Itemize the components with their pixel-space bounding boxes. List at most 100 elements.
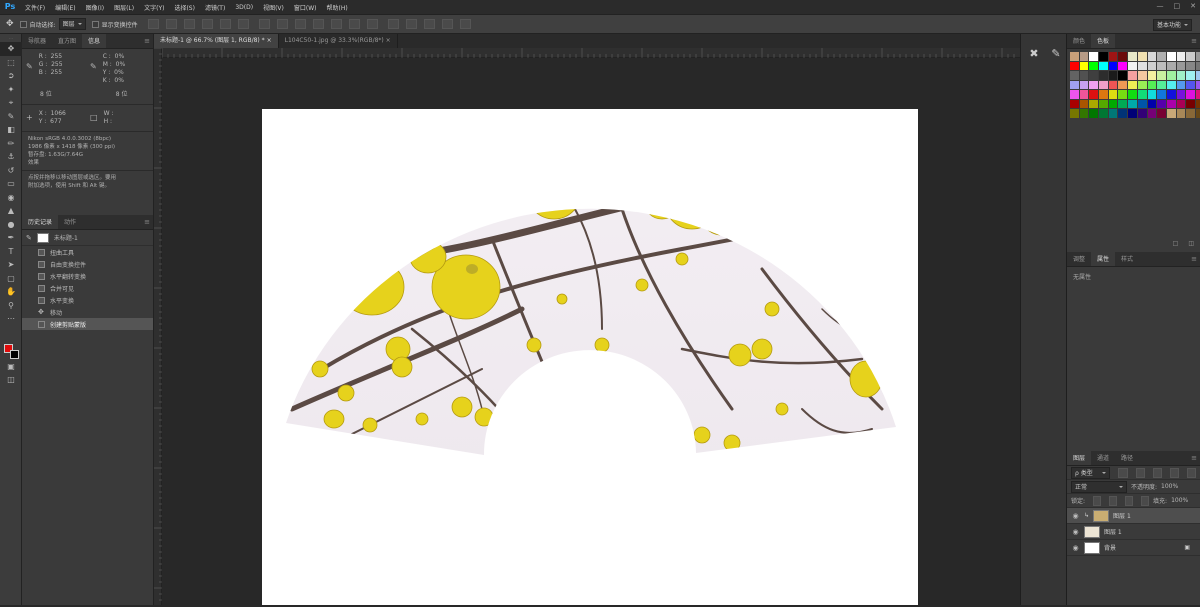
quick-mask-icon[interactable]: ▣ — [0, 360, 22, 374]
swatch[interactable] — [1195, 99, 1200, 108]
3d-roll-icon[interactable] — [405, 19, 417, 29]
swatch[interactable] — [1089, 80, 1099, 89]
filter-adjustment-icon[interactable] — [1135, 467, 1145, 478]
history-item[interactable]: 水平翻转变换 — [22, 270, 153, 282]
swatch[interactable] — [1108, 80, 1118, 89]
swatch[interactable] — [1195, 80, 1200, 89]
character-panel-icon[interactable]: ✎ — [1045, 44, 1067, 62]
tab-navigator[interactable]: 导航器 — [22, 34, 52, 48]
tab-actions[interactable]: 动作 — [58, 215, 82, 229]
menu-3d[interactable]: 3D(D) — [230, 4, 258, 11]
tab-layers[interactable]: 图层 — [1067, 451, 1092, 465]
visibility-eye-icon[interactable]: ◉ — [1071, 544, 1080, 552]
tab-properties[interactable]: 属性 — [1091, 252, 1116, 266]
swatch[interactable] — [1128, 52, 1137, 61]
workspace-dropdown[interactable]: 基本功能 — [1152, 19, 1192, 31]
swatch[interactable] — [1099, 90, 1108, 99]
dodge-tool-icon[interactable]: ● — [0, 218, 22, 232]
swatch[interactable] — [1118, 109, 1128, 118]
swatch[interactable] — [1128, 71, 1137, 80]
menu-help[interactable]: 帮助(H) — [322, 3, 353, 12]
swatch[interactable] — [1176, 80, 1186, 89]
3d-slide-icon[interactable] — [441, 19, 453, 29]
distribute-left-icon[interactable] — [312, 19, 324, 29]
history-snapshot[interactable]: ✎ 未标题-1 — [22, 230, 153, 246]
tab-paths[interactable]: 路径 — [1115, 451, 1139, 465]
swatch[interactable] — [1176, 52, 1186, 61]
swatch[interactable] — [1157, 99, 1166, 108]
move-tool-icon[interactable]: ✥ — [0, 42, 22, 56]
tab-info[interactable]: 信息 — [82, 34, 107, 48]
swatch[interactable] — [1147, 99, 1157, 108]
menu-select[interactable]: 选择(S) — [169, 3, 200, 12]
swatch[interactable] — [1118, 61, 1128, 70]
distribute-top-icon[interactable] — [258, 19, 270, 29]
filter-pixel-icon[interactable] — [1118, 467, 1128, 478]
swatch[interactable] — [1099, 52, 1108, 61]
more-tools-icon[interactable]: ⋯ — [0, 312, 22, 326]
swatch[interactable] — [1128, 61, 1137, 70]
swatch[interactable] — [1195, 109, 1200, 118]
swatch[interactable] — [1137, 52, 1147, 61]
swatch[interactable] — [1070, 109, 1079, 118]
swatch[interactable] — [1176, 99, 1186, 108]
swatch[interactable] — [1195, 61, 1200, 70]
swatch[interactable] — [1089, 90, 1099, 99]
healing-brush-tool-icon[interactable]: ◧ — [0, 123, 22, 137]
history-item[interactable]: 自由变换控件 — [22, 258, 153, 270]
layer-row[interactable]: ◉ ↳ 图层 1 — [1067, 508, 1200, 524]
swatch[interactable] — [1147, 80, 1157, 89]
swatch[interactable] — [1108, 109, 1118, 118]
brush-tool-icon[interactable]: ✏ — [0, 137, 22, 151]
layer-row[interactable]: ◉ 图层 1 — [1067, 524, 1200, 540]
blend-mode-dropdown[interactable]: 正常 — [1071, 480, 1127, 493]
swatch[interactable] — [1079, 52, 1089, 61]
swatch[interactable] — [1128, 80, 1137, 89]
type-tool-icon[interactable]: T — [0, 245, 22, 259]
maximize-icon[interactable]: □ — [1174, 2, 1181, 10]
visibility-eye-icon[interactable]: ◉ — [1071, 528, 1080, 536]
swatch[interactable] — [1137, 61, 1147, 70]
magic-wand-tool-icon[interactable]: ✦ — [0, 83, 22, 97]
panel-menu-icon[interactable]: ≡ — [1191, 454, 1197, 462]
close-tab-icon[interactable]: × — [267, 37, 272, 44]
distribute-right-icon[interactable] — [348, 19, 360, 29]
history-item[interactable]: ✥ 移动 — [22, 306, 153, 318]
swatch[interactable] — [1079, 80, 1089, 89]
align-left-icon[interactable] — [201, 19, 213, 29]
swatch[interactable] — [1157, 90, 1166, 99]
swatch[interactable] — [1166, 90, 1176, 99]
swatch[interactable] — [1108, 71, 1118, 80]
swatch[interactable] — [1070, 52, 1079, 61]
swatch[interactable] — [1089, 109, 1099, 118]
filter-type-icon[interactable] — [1152, 467, 1162, 478]
swatch[interactable] — [1079, 61, 1089, 70]
lock-position-icon[interactable] — [1125, 495, 1134, 506]
visibility-eye-icon[interactable]: ◉ — [1071, 512, 1080, 520]
auto-align-icon[interactable] — [366, 19, 378, 29]
close-tab-icon[interactable]: × — [386, 37, 391, 44]
swatch[interactable] — [1147, 90, 1157, 99]
swatch[interactable] — [1137, 80, 1147, 89]
rectangle-tool-icon[interactable]: ▢ — [0, 272, 22, 286]
swatch[interactable] — [1108, 52, 1118, 61]
menu-filter[interactable]: 滤镜(T) — [200, 3, 230, 12]
lock-all-icon[interactable] — [1141, 495, 1150, 506]
swatch[interactable] — [1099, 80, 1108, 89]
swatch[interactable] — [1186, 90, 1195, 99]
menu-file[interactable]: 文件(F) — [20, 3, 50, 12]
swatch[interactable] — [1108, 99, 1118, 108]
swatch[interactable] — [1147, 61, 1157, 70]
3d-drag-icon[interactable] — [423, 19, 435, 29]
swatch[interactable] — [1166, 80, 1176, 89]
panel-menu-icon[interactable]: ≡ — [144, 218, 150, 226]
lock-pixels-icon[interactable] — [1109, 495, 1118, 506]
new-swatch-icon[interactable]: □ — [1173, 240, 1179, 247]
swatch[interactable] — [1118, 90, 1128, 99]
history-item[interactable]: 水平变换 — [22, 294, 153, 306]
blur-tool-icon[interactable]: ▲ — [0, 204, 22, 218]
auto-select-checkbox[interactable] — [19, 20, 27, 28]
swatch[interactable] — [1137, 109, 1147, 118]
swatch[interactable] — [1079, 109, 1089, 118]
swatch[interactable] — [1195, 52, 1200, 61]
